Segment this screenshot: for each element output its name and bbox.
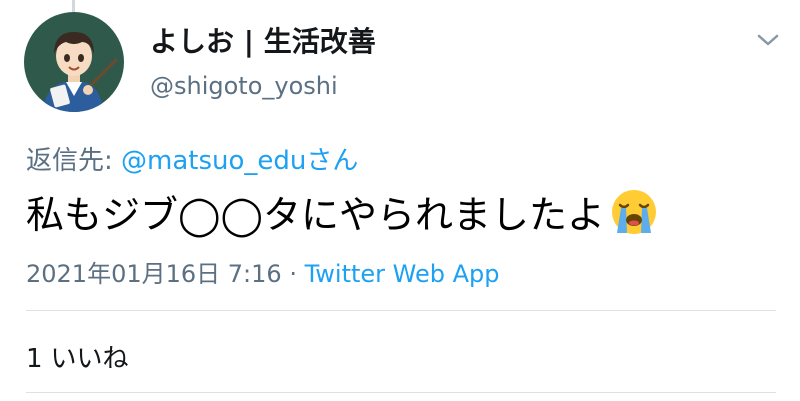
tweet-text: 私もジブ◯◯タにやられましたよ xyxy=(26,184,659,239)
divider-top xyxy=(26,310,776,311)
avatar[interactable] xyxy=(24,12,124,112)
likes-count[interactable]: 1 xyxy=(26,344,43,374)
reply-to-line: 返信先: @matsuo_eduさん xyxy=(26,140,358,177)
likes-label[interactable]: いいね xyxy=(51,344,129,374)
chevron-down-icon[interactable] xyxy=(755,30,781,50)
divider-bottom xyxy=(26,392,776,393)
thread-connector-line xyxy=(72,0,75,12)
reply-to-suffix[interactable]: さん xyxy=(306,146,358,176)
reply-to-mention-link[interactable]: @matsuo_eduさん xyxy=(121,146,358,176)
tweet-text-content: 私もジブ◯◯タにやられましたよ xyxy=(26,193,606,237)
likes-stat[interactable]: 1 いいね xyxy=(26,338,129,375)
meta-separator: · xyxy=(281,260,305,288)
loudly-crying-face-icon xyxy=(609,187,659,237)
reply-to-mention[interactable]: @matsuo_edu xyxy=(121,146,306,176)
tweet-timestamp[interactable]: 2021年01月16日 7:16 xyxy=(26,260,282,288)
reply-to-prefix: 返信先: xyxy=(26,146,122,176)
tweet-source-link[interactable]: Twitter Web App xyxy=(305,260,500,288)
tweet-card[interactable]: よしお | 生活改善 @shigoto_yoshi 返信先: @matsuo_e… xyxy=(0,0,800,401)
author-handle[interactable]: @shigoto_yoshi xyxy=(150,72,338,100)
author-display-name[interactable]: よしお | 生活改善 xyxy=(150,20,376,60)
avatar-illustration xyxy=(24,12,124,112)
tweet-meta: 2021年01月16日 7:16 · Twitter Web App xyxy=(26,254,499,289)
